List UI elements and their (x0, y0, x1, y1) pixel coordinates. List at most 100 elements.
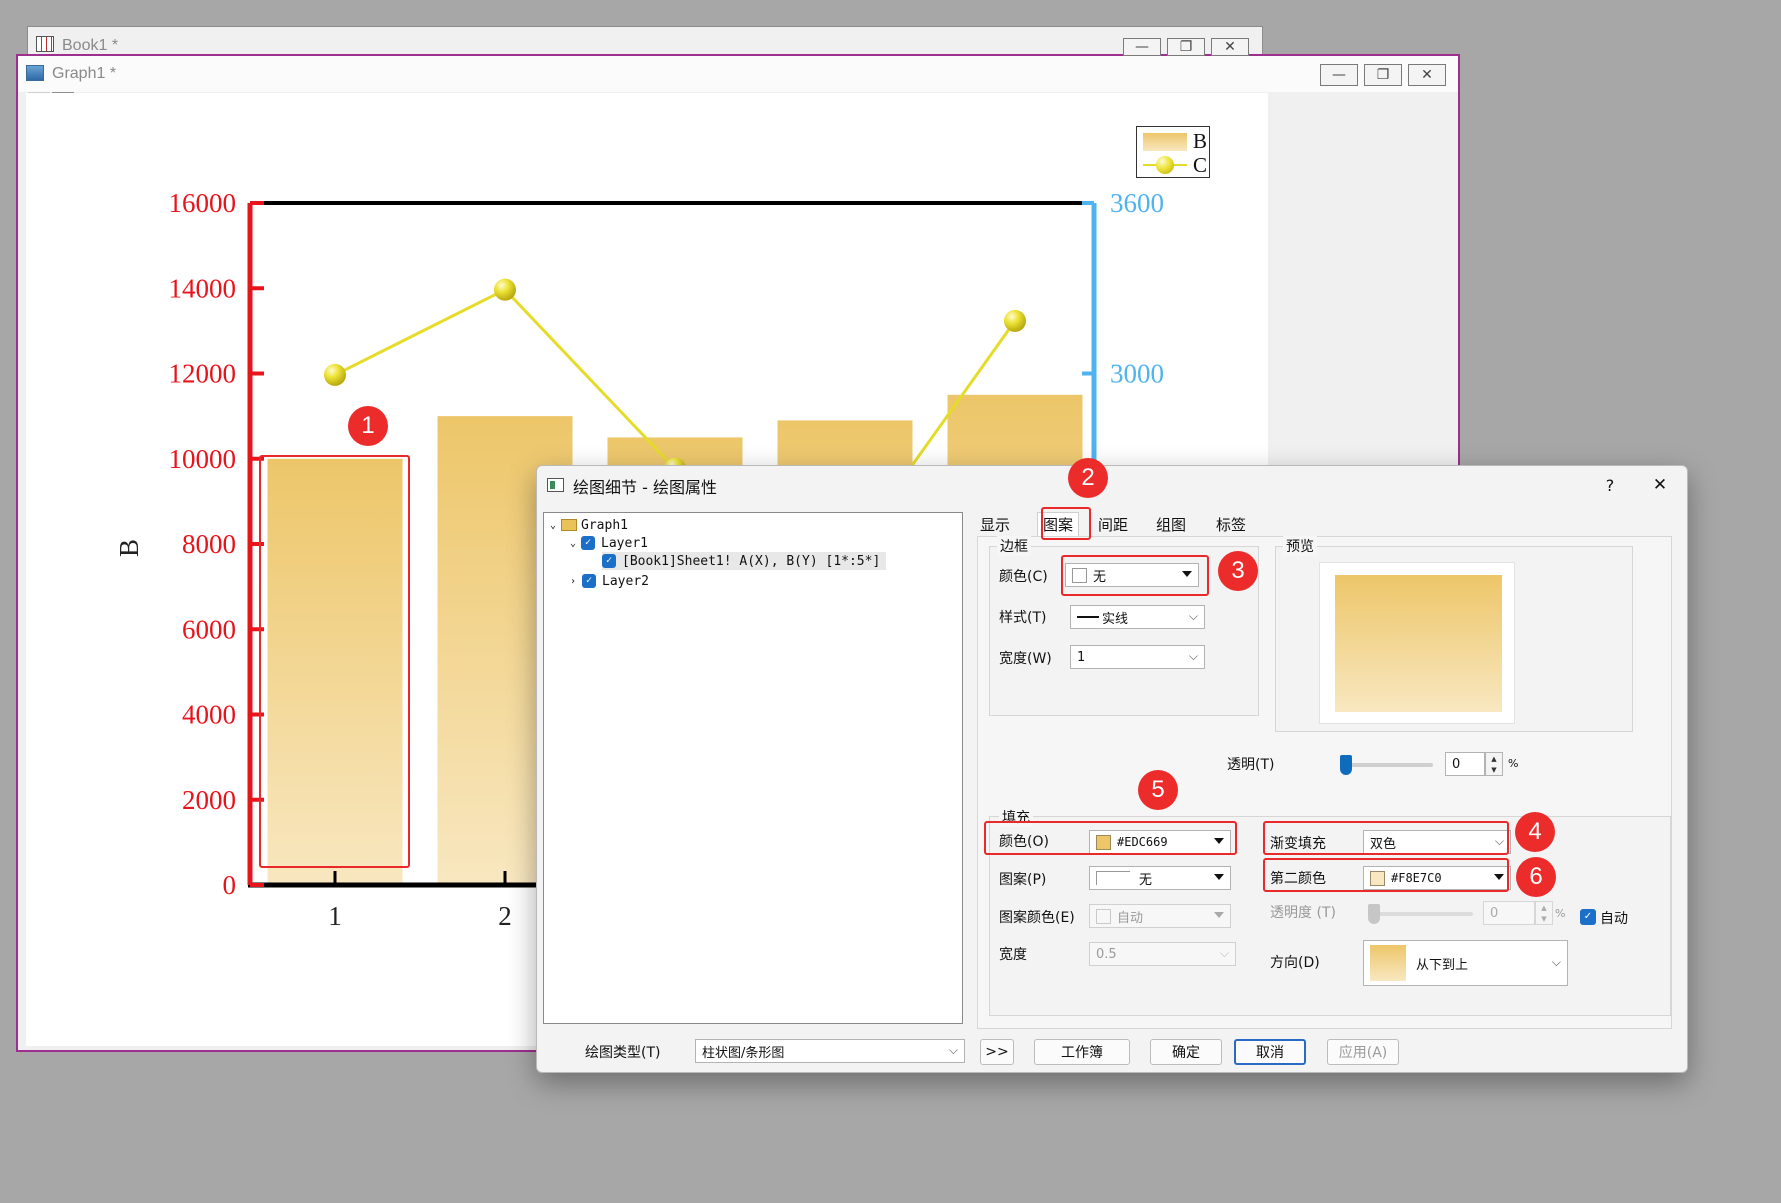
graph1-minimize-button[interactable]: — (1320, 64, 1358, 86)
direction-preview-swatch (1370, 945, 1406, 981)
fill-opacity-spinner[interactable]: ▲ ▼ (1535, 901, 1553, 925)
preview-fill (1335, 575, 1502, 712)
dialog-close-button[interactable]: ✕ (1645, 475, 1675, 495)
y-left-tick-label-12000: 12000 (169, 359, 237, 389)
badge-6: 6 (1516, 857, 1556, 897)
badge-3: 3 (1218, 551, 1258, 591)
badge-2: 2 (1068, 458, 1108, 498)
graph1-titlebar[interactable]: Graph1 * (18, 56, 1458, 92)
apply-button[interactable]: 应用(A) (1327, 1039, 1399, 1065)
border-group-title: 边框 (997, 536, 1031, 556)
highlight-gradient-fill (1263, 821, 1509, 855)
dialog-icon (547, 478, 564, 492)
transparency-input[interactable]: 0 (1445, 752, 1485, 776)
fill-width-label: 宽度 (999, 947, 1027, 963)
highlight-pattern-tab (1041, 507, 1091, 540)
graph1-close-button[interactable]: ✕ (1408, 64, 1446, 86)
border-width-select[interactable]: 1 ⌵ (1070, 645, 1205, 669)
more-button[interactable]: >> (980, 1039, 1014, 1065)
y-right-tick-label-3600: 3600 (1110, 188, 1164, 218)
solid-line-icon (1077, 616, 1099, 618)
direction-label: 方向(D) (1270, 955, 1320, 971)
tree-node-layer2[interactable]: › ✓ Layer2 (570, 572, 649, 590)
dropdown-arrow-icon (1214, 912, 1224, 918)
y-left-tick-label-0: 0 (223, 870, 237, 900)
tree-node-layer1[interactable]: ⌄ ✓ Layer1 (570, 534, 648, 552)
legend-label-b: B (1193, 129, 1208, 153)
border-style-label: 样式(T) (999, 610, 1047, 626)
plot-tree[interactable]: ⌄ Graph1 ⌄ ✓ Layer1 ✓ [Book1]Sheet1! A(X… (543, 512, 963, 1024)
border-color-label: 颜色(C) (999, 569, 1048, 585)
collapse-icon[interactable]: ⌄ (570, 538, 576, 549)
x-tick-label-1: 1 (328, 901, 342, 931)
plot-checkbox[interactable]: ✓ (602, 554, 616, 568)
book1-minimize-button[interactable]: — (1123, 38, 1161, 56)
series-c-point-2 (494, 278, 516, 301)
chevron-down-icon: ⌵ (1219, 946, 1229, 960)
chart-legend[interactable]: B C (1136, 126, 1210, 178)
tree-node-plot[interactable]: ✓ [Book1]Sheet1! A(X), B(Y) [1*:5*] (602, 552, 887, 570)
graph1-maximize-button[interactable]: ❐ (1364, 64, 1402, 86)
highlight-second-color (1263, 858, 1509, 892)
x-tick-label-2: 2 (498, 901, 512, 931)
legend-marker-c (1156, 156, 1174, 174)
pattern-color-select[interactable]: 自动 (1089, 904, 1231, 928)
chevron-down-icon: ⌵ (1188, 609, 1198, 623)
badge-1: 1 (348, 406, 388, 446)
book1-icon (36, 36, 54, 52)
layer2-checkbox[interactable]: ✓ (582, 574, 597, 588)
tab-label[interactable]: 标签 (1213, 512, 1249, 536)
expand-icon[interactable]: › (570, 576, 576, 587)
fill-opacity-slider-track[interactable] (1373, 912, 1473, 916)
y-left-tick-label-8000: 8000 (182, 529, 236, 559)
badge-5: 5 (1138, 770, 1178, 810)
pattern-color-label: 图案颜色(E) (999, 910, 1075, 926)
dialog-titlebar[interactable]: 绘图细节 - 绘图属性 (537, 466, 1687, 506)
book1-title: Book1 * (62, 37, 119, 54)
highlight-border-color (1061, 555, 1209, 596)
tab-group[interactable]: 组图 (1153, 512, 1189, 536)
fill-width-select[interactable]: 0.5 ⌵ (1089, 942, 1236, 966)
plot-type-select[interactable]: 柱状图/条形图 ⌵ (695, 1039, 965, 1063)
fill-opacity-slider-thumb[interactable] (1368, 904, 1380, 924)
folder-icon (561, 519, 578, 531)
auto-label: 自动 (1600, 911, 1628, 927)
preview-group-title: 预览 (1283, 536, 1317, 556)
workbook-button[interactable]: 工作簿 (1034, 1039, 1130, 1065)
layer1-checkbox[interactable]: ✓ (581, 536, 596, 550)
border-style-select[interactable]: 实线 ⌵ (1070, 605, 1205, 629)
tree-node-graph1[interactable]: ⌄ Graph1 (550, 516, 628, 534)
direction-select[interactable]: 从下到上 ⌵ (1363, 940, 1568, 986)
fill-pattern-select[interactable]: 无 (1089, 866, 1231, 890)
y-left-tick-label-10000: 10000 (169, 444, 237, 474)
border-width-label: 宽度(W) (999, 651, 1052, 667)
ok-button[interactable]: 确定 (1150, 1039, 1222, 1065)
transparency-slider-track[interactable] (1345, 763, 1433, 767)
series-c-point-1 (324, 363, 346, 386)
pattern-none-icon (1096, 871, 1130, 885)
fill-opacity-unit: % (1555, 907, 1566, 920)
help-button[interactable]: ? (1595, 476, 1625, 495)
auto-checkbox[interactable]: ✓ (1580, 909, 1596, 925)
book1-maximize-button[interactable]: ❐ (1167, 38, 1205, 56)
tab-spacing[interactable]: 间距 (1095, 512, 1131, 536)
highlight-fill-color (984, 821, 1237, 855)
transparency-unit: % (1508, 757, 1519, 770)
collapse-icon[interactable]: ⌄ (550, 520, 556, 531)
y-left-tick-label-4000: 4000 (182, 700, 236, 730)
y-left-tick-label-16000: 16000 (169, 188, 237, 218)
fill-opacity-input[interactable]: 0 (1483, 901, 1535, 925)
legend-label-c: C (1193, 153, 1208, 177)
y-axis-title: B (114, 539, 144, 557)
book1-close-button[interactable]: ✕ (1211, 38, 1249, 56)
tab-display[interactable]: 显示 (977, 512, 1013, 536)
transparency-spinner[interactable]: ▲ ▼ (1485, 752, 1503, 776)
transparency-slider-thumb[interactable] (1340, 755, 1352, 775)
pattern-color-swatch (1096, 908, 1111, 924)
y-left-tick-label-2000: 2000 (182, 785, 236, 815)
book1-window-controls: — ❐ ✕ (1123, 34, 1263, 56)
series-c-point-5 (1004, 309, 1026, 332)
chevron-down-icon: ⌵ (948, 1043, 958, 1057)
y-right-tick-label-3000: 3000 (1110, 359, 1164, 389)
cancel-button[interactable]: 取消 (1234, 1039, 1306, 1065)
